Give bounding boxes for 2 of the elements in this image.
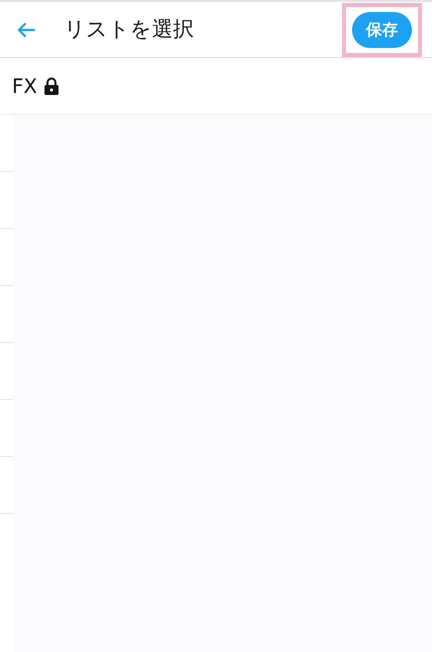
list-name[interactable]: FX — [12, 71, 38, 101]
page-title: リストを選択 — [64, 16, 195, 43]
